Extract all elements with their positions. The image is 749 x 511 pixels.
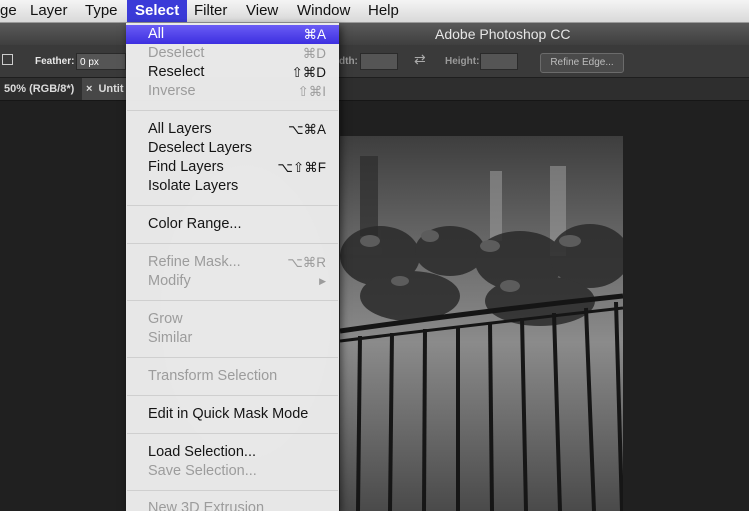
menu-separator [127,490,338,491]
menu-item-label: All [148,26,165,42]
menu-help[interactable]: Help [368,0,399,22]
menu-item-refine-mask[interactable]: Refine Mask... ⌥⌘R [126,253,339,272]
menu-item-all-layers[interactable]: All Layers ⌥⌘A [126,120,339,139]
tab-label: Untit [98,83,124,95]
menu-separator [127,243,338,244]
menu-separator [127,357,338,358]
menu-separator [127,300,338,301]
options-bar: Feather: 0 px dth: ⇄ Height: Refine Edge… [0,45,749,78]
menu-window[interactable]: Window [297,0,350,22]
height-input[interactable] [480,53,518,70]
shortcut-label: ⌥⇧⌘F [277,160,326,175]
menu-item-deselect-layers[interactable]: Deselect Layers [126,139,339,158]
shortcut-label: ⌥⌘A [287,122,326,137]
menu-item-label: All Layers [148,121,212,137]
menu-item-label: Isolate Layers [148,178,239,194]
menu-item-similar[interactable]: Similar [126,329,339,348]
width-label: dth: [339,56,358,67]
tab-document-2[interactable]: × Untit [82,78,128,100]
menu-item-save-selection[interactable]: Save Selection... [126,462,339,481]
shortcut-label: ⌥⌘R [287,255,326,270]
submenu-arrow-icon: ▶ [319,276,326,286]
menu-item-label: Reselect [148,64,205,80]
menu-item-label: Modify [148,273,191,289]
selection-mode-icon[interactable] [2,54,13,65]
shortcut-label: ⌘D [302,46,326,61]
menu-filter[interactable]: Filter [194,0,227,22]
shortcut-label: ⌘A [303,27,326,42]
menu-item-label: Color Range... [148,216,242,232]
width-input[interactable] [360,53,398,70]
menu-view[interactable]: View [246,0,278,22]
menu-separator [127,110,338,111]
menu-item-isolate-layers[interactable]: Isolate Layers [126,177,339,196]
menu-item-label: Load Selection... [148,444,257,460]
menu-item-label: Deselect [148,45,205,61]
menu-item-inverse[interactable]: Inverse ⇧⌘I [126,82,339,101]
menu-item-all[interactable]: All ⌘A [126,25,339,44]
feather-label: Feather: [35,56,75,67]
menu-edit[interactable]: ge [0,0,17,22]
menu-item-label: New 3D Extrusion [148,500,265,511]
menu-item-label: Find Layers [148,159,224,175]
menu-item-load-selection[interactable]: Load Selection... [126,443,339,462]
menu-item-label: Refine Mask... [148,254,241,270]
menu-select[interactable]: Select [127,0,188,22]
window-title-bar: Adobe Photoshop CC [0,23,749,45]
select-menu-dropdown: All ⌘A Deselect ⌘D Reselect ⇧⌘D Inverse … [126,23,339,511]
shortcut-label: ⇧⌘I [297,84,326,99]
menu-item-deselect[interactable]: Deselect ⌘D [126,44,339,63]
shortcut-label: ⇧⌘D [291,65,326,80]
menu-item-new-3d-extrusion[interactable]: New 3D Extrusion [126,499,339,511]
height-label: Height: [445,56,480,67]
menu-item-transform-selection[interactable]: Transform Selection [126,367,339,386]
menu-separator [127,205,338,206]
feather-input[interactable]: 0 px [76,53,126,70]
menu-item-color-range[interactable]: Color Range... [126,215,339,234]
menu-item-label: Save Selection... [148,463,257,479]
menu-item-label: Inverse [148,83,196,99]
menu-item-label: Similar [148,330,193,346]
document-tabs: 50% (RGB/8*) × Untit [0,78,749,101]
menu-item-quick-mask[interactable]: Edit in Quick Mask Mode [126,405,339,424]
swap-arrows-icon[interactable]: ⇄ [414,51,426,68]
menu-separator [127,395,338,396]
menu-item-label: Transform Selection [148,368,278,384]
menu-bar: ge Layer Type Select Filter View Window … [0,0,749,23]
menu-separator [127,433,338,434]
menu-item-reselect[interactable]: Reselect ⇧⌘D [126,63,339,82]
menu-type[interactable]: Type [85,0,118,22]
menu-item-label: Edit in Quick Mask Mode [148,406,309,422]
document-photo[interactable] [340,136,623,511]
window-title: Adobe Photoshop CC [435,26,571,42]
refine-edge-button[interactable]: Refine Edge... [540,53,624,73]
menu-item-find-layers[interactable]: Find Layers ⌥⇧⌘F [126,158,339,177]
tab-document-1[interactable]: 50% (RGB/8*) [0,78,78,100]
menu-item-label: Deselect Layers [148,140,252,156]
menu-item-label: Grow [148,311,183,327]
close-icon[interactable]: × [86,83,92,95]
menu-item-grow[interactable]: Grow [126,310,339,329]
menu-item-modify[interactable]: Modify ▶ [126,272,339,291]
menu-layer[interactable]: Layer [30,0,68,22]
